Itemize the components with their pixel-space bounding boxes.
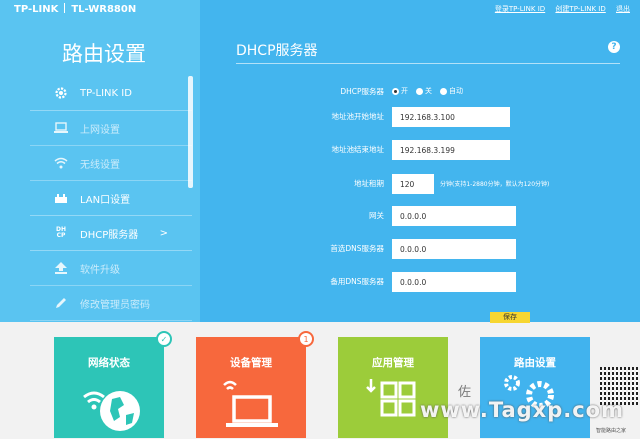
- title-divider: [236, 63, 620, 64]
- brand-name: TP-LINK: [14, 4, 59, 15]
- tile-label: 网络状态: [88, 357, 130, 369]
- radio-auto[interactable]: 自动: [440, 86, 463, 96]
- sidebar-item-wireless[interactable]: 无线设置: [30, 146, 192, 181]
- radio-auto-dot[interactable]: [440, 87, 447, 95]
- check-icon: ✓: [156, 331, 172, 347]
- register-link[interactable]: 创建TP-LINK ID: [555, 5, 605, 13]
- sidebar-item-lan[interactable]: LAN口设置: [30, 181, 192, 216]
- tile-label: 设备管理: [230, 357, 272, 369]
- sidebar-item-dhcp[interactable]: DH CP DHCP服务器 >: [30, 216, 192, 251]
- sidebar-item-label: LAN口设置: [80, 194, 131, 206]
- end-address-row: 地址池结束地址: [250, 140, 610, 160]
- gateway-label: 网关: [369, 211, 384, 220]
- watermark-text: www.Tagxp.com: [420, 398, 624, 422]
- qr-caption: 智能路由之家: [596, 428, 627, 434]
- tile-app-management[interactable]: 应用管理: [338, 337, 448, 438]
- top-bar: TP-LINK TL-WR880N 登录TP-LINK ID 创建TP-LINK …: [0, 0, 640, 20]
- sidebar-item-label: DHCP服务器: [80, 229, 139, 241]
- brand-logo: TP-LINK TL-WR880N: [14, 3, 136, 15]
- radio-off-dot[interactable]: [416, 87, 423, 95]
- sidebar-scrollbar[interactable]: [188, 76, 193, 188]
- pen-icon: [52, 295, 70, 311]
- globe-icon: [83, 391, 140, 431]
- tile-device-management[interactable]: 1 设备管理: [196, 331, 314, 438]
- sidebar-item-tplink-id[interactable]: TP-LINK ID: [30, 76, 192, 111]
- lease-row: 地址租期 分钟(支持1-2880分钟，默认为120分钟): [250, 174, 610, 194]
- end-address-label: 地址池结束地址: [331, 145, 385, 154]
- radio-off-label: 关: [425, 87, 432, 95]
- dns1-row: 首选DNS服务器: [250, 239, 610, 259]
- upload-icon: [52, 260, 70, 276]
- laptop-icon: [52, 120, 70, 136]
- apps-grid-icon: [366, 379, 416, 417]
- radio-on[interactable]: 开: [392, 86, 408, 96]
- page-title: DHCP服务器: [236, 43, 318, 59]
- radio-on-dot[interactable]: [392, 87, 399, 95]
- radio-off[interactable]: 关: [416, 86, 432, 96]
- sidebar-item-label: 上网设置: [80, 124, 120, 136]
- end-address-input[interactable]: [392, 140, 510, 160]
- logout-link[interactable]: 退出: [616, 5, 630, 13]
- dns2-label: 备用DNS服务器: [330, 277, 384, 286]
- dhcp-toggle-row: DHCP服务器 开 关 自动: [250, 82, 610, 102]
- dns1-input[interactable]: [392, 239, 516, 259]
- sidebar-menu: TP-LINK ID 上网设置 无线设置 LAN口设置 DH CP DHCP服务…: [30, 76, 192, 321]
- sidebar-item-upgrade[interactable]: 软件升级: [30, 251, 192, 286]
- chevron-right-icon: >: [159, 227, 168, 239]
- sidebar-item-password[interactable]: 修改管理员密码: [30, 286, 192, 321]
- dhcp-radio-group: 开 关 自动: [392, 86, 463, 96]
- lease-label: 地址租期: [354, 179, 384, 188]
- router-icon: [52, 190, 70, 206]
- save-button[interactable]: 保存: [490, 312, 530, 323]
- sidebar-item-label: 软件升级: [80, 264, 120, 276]
- dns1-label: 首选DNS服务器: [330, 244, 384, 253]
- dhcp-icon: DH CP: [55, 226, 66, 239]
- tile-router-settings[interactable]: 路由设置: [480, 337, 590, 438]
- radio-on-label: 开: [401, 87, 408, 95]
- gateway-row: 网关: [250, 206, 610, 226]
- gear-icon: [52, 85, 70, 101]
- sidebar-item-internet[interactable]: 上网设置: [30, 111, 192, 146]
- start-address-input[interactable]: [392, 107, 510, 127]
- help-icon[interactable]: ?: [608, 41, 620, 53]
- login-link[interactable]: 登录TP-LINK ID: [495, 5, 545, 13]
- dns2-input[interactable]: [392, 272, 516, 292]
- tile-network-status[interactable]: ✓ 网络状态: [54, 331, 172, 438]
- model-name: TL-WR880N: [71, 4, 137, 15]
- lease-input[interactable]: [392, 174, 434, 194]
- top-links: 登录TP-LINK ID 创建TP-LINK ID 退出: [487, 4, 630, 14]
- lease-hint: 分钟(支持1-2880分钟，默认为120分钟): [440, 181, 550, 188]
- sidebar-item-label: TP-LINK ID: [80, 87, 132, 99]
- wifi-icon: [52, 155, 70, 171]
- tile-label: 路由设置: [514, 357, 556, 369]
- start-address-row: 地址池开始地址: [250, 107, 610, 127]
- notification-badge: 1: [298, 331, 314, 347]
- sidebar-title: 路由设置: [62, 42, 146, 66]
- sidebar-item-label: 修改管理员密码: [80, 299, 150, 311]
- dns2-row: 备用DNS服务器: [250, 272, 610, 292]
- dhcp-label: DHCP服务器: [340, 87, 384, 96]
- qr-code: [600, 367, 638, 405]
- gateway-input[interactable]: [392, 206, 516, 226]
- start-address-label: 地址池开始地址: [331, 112, 385, 121]
- tile-label: 应用管理: [372, 357, 414, 369]
- radio-auto-label: 自动: [449, 87, 463, 95]
- sidebar-item-label: 无线设置: [80, 159, 120, 171]
- laptop-wifi-icon: [223, 380, 278, 427]
